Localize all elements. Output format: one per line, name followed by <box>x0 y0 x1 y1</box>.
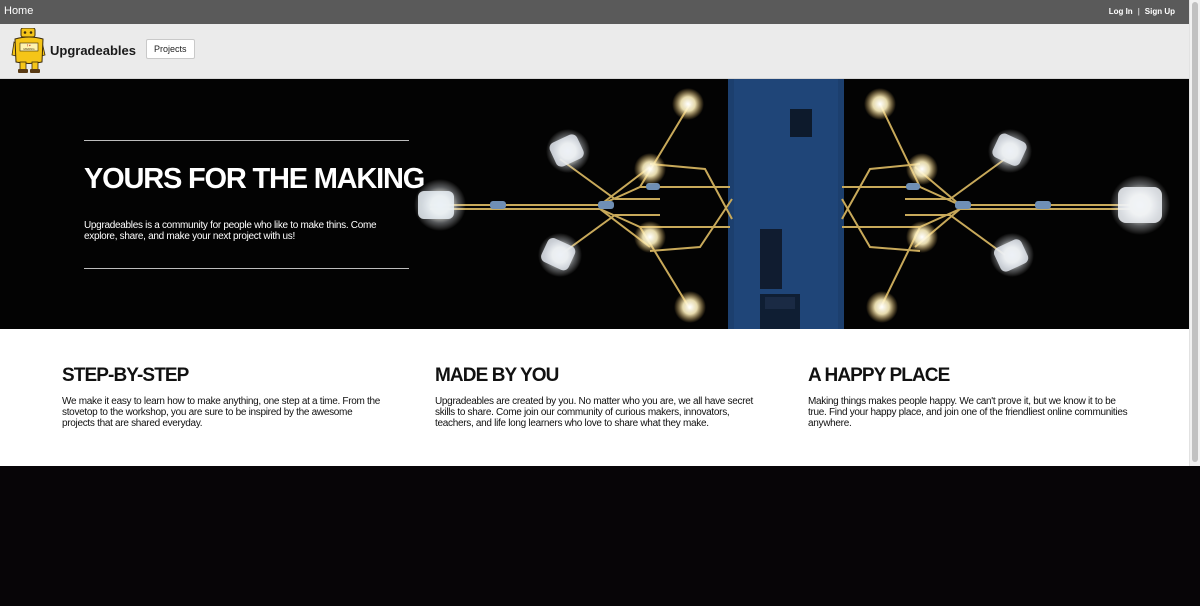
feature-body: Upgradeables are created by you. No matt… <box>435 396 753 429</box>
projects-button[interactable]: Projects <box>146 39 195 59</box>
led-circuit-board-image <box>414 79 1170 329</box>
vertical-scrollbar[interactable] <box>1189 0 1200 466</box>
hero-subtitle: Upgradeables is a community for people w… <box>84 220 377 242</box>
feature-body: We make it easy to learn how to make any… <box>62 396 381 429</box>
feature-title: A HAPPY PLACE <box>808 365 950 386</box>
hero-divider-bottom <box>84 268 409 269</box>
feature-happy-place: A HAPPY PLACE Making things makes people… <box>808 365 1128 429</box>
auth-links: Log In | Sign Up <box>1109 7 1175 16</box>
home-link[interactable]: Home <box>4 5 33 17</box>
robot-mascot-logo-icon[interactable]: I ♥ MAKING <box>11 28 47 74</box>
signup-link[interactable]: Sign Up <box>1145 7 1175 16</box>
page: Home Log In | Sign Up I ♥ MAKING Upgrade… <box>0 0 1200 606</box>
auth-separator: | <box>1137 7 1140 16</box>
feature-title: MADE BY YOU <box>435 365 559 386</box>
scrollbar-thumb[interactable] <box>1192 2 1198 462</box>
feature-title: STEP-BY-STEP <box>62 365 189 386</box>
hero-title: YOURS FOR THE MAKING <box>84 163 425 195</box>
hero-banner: YOURS FOR THE MAKING Upgradeables is a c… <box>0 79 1189 329</box>
site-header: I ♥ MAKING Upgradeables Projects <box>0 24 1189 79</box>
brand-name[interactable]: Upgradeables <box>50 43 136 58</box>
feature-body: Making things makes people happy. We can… <box>808 396 1128 429</box>
feature-made-by-you: MADE BY YOU Upgradeables are created by … <box>435 365 755 429</box>
page-footer-area <box>0 466 1200 606</box>
hero-divider-top <box>84 140 409 141</box>
feature-step-by-step: STEP-BY-STEP We make it easy to learn ho… <box>62 365 382 429</box>
top-nav-bar: Home Log In | Sign Up <box>0 0 1189 24</box>
login-link[interactable]: Log In <box>1109 7 1133 16</box>
features-section: STEP-BY-STEP We make it easy to learn ho… <box>0 329 1189 466</box>
svg-text:MAKING: MAKING <box>23 47 34 51</box>
